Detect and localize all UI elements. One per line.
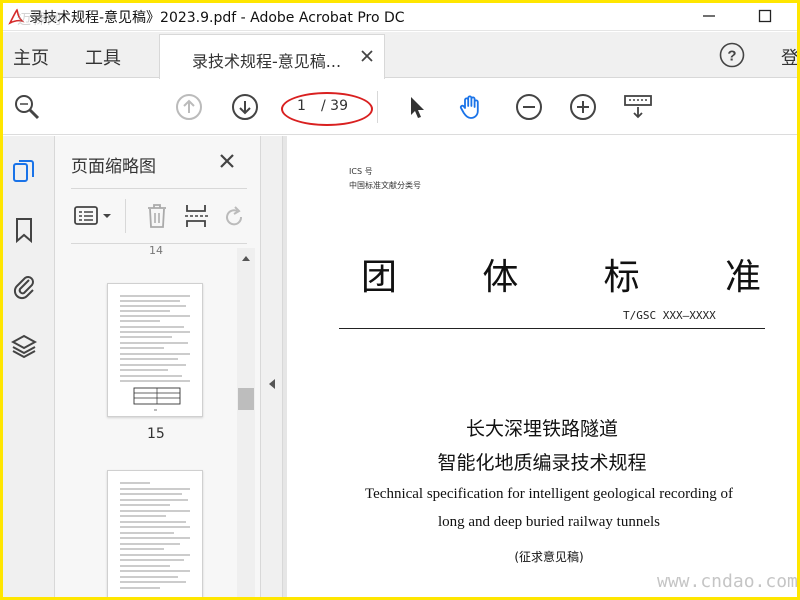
title-bar: 录技术规程-意见稿》2023.9.pdf - Adobe Acrobat Pro…: [3, 3, 797, 31]
page-thumbnails-icon[interactable]: [11, 158, 37, 186]
en-title-line-2: long and deep buried railway tunnels: [437, 514, 661, 530]
page-thumbnails-panel: 页面缩略图 14 15: [55, 136, 261, 597]
search-icon[interactable]: [13, 93, 41, 121]
next-page-icon[interactable]: [231, 93, 259, 121]
close-tab-icon[interactable]: [358, 47, 376, 65]
acrobat-window: 录技术规程-意见稿》2023.9.pdf - Adobe Acrobat Pro…: [3, 3, 797, 597]
heading-rule: [339, 328, 765, 329]
panel-splitter[interactable]: [261, 136, 283, 597]
prev-page-icon[interactable]: [175, 93, 203, 121]
scrollbar-thumb[interactable]: [238, 388, 254, 410]
thumbnail-label-14: 14: [149, 244, 163, 257]
heading-char: 准: [724, 257, 761, 298]
maximize-icon: [758, 9, 772, 23]
hand-icon[interactable]: [457, 93, 485, 121]
minimize-button[interactable]: [691, 5, 727, 27]
page-display-icon[interactable]: [623, 93, 653, 121]
watermark-top: 迈裸网: [17, 12, 62, 28]
zoom-in-icon[interactable]: [569, 93, 597, 121]
tab-document[interactable]: 录技术规程-意见稿...: [159, 34, 385, 79]
thumbnail-page-16[interactable]: [107, 470, 203, 597]
delete-page-icon[interactable]: [143, 203, 171, 229]
layers-icon[interactable]: [11, 332, 37, 360]
zh-title-line-2: 智能化地质编录技术规程: [437, 452, 647, 474]
minimize-icon: [703, 15, 715, 17]
main-toolbar: 1 / 39: [3, 79, 797, 135]
heading-char: 标: [603, 257, 640, 298]
maximize-button[interactable]: [747, 5, 783, 27]
sign-in-button[interactable]: 登: [781, 44, 797, 70]
panel-scrollbar[interactable]: [237, 248, 255, 597]
zh-title-line-1: 长大深埋铁路隧道: [465, 418, 618, 440]
thumbnail-page-15[interactable]: [107, 283, 203, 417]
close-panel-icon[interactable]: [217, 151, 237, 171]
attachment-icon[interactable]: [11, 272, 37, 300]
classification-number: 中国标准文献分类号: [349, 181, 421, 190]
tab-bar: 主页 工具 录技术规程-意见稿... ? 登: [3, 32, 797, 79]
ics-number: ICS 号: [349, 167, 373, 176]
standard-number: T/GSC XXX—XXXX: [623, 309, 716, 322]
highlight-annotation: [281, 92, 373, 126]
document-view[interactable]: ICS 号 中国标准文献分类号 团 体 标 准 T/GSC XXX—XXXX 长…: [283, 136, 797, 597]
pdf-page: ICS 号 中国标准文献分类号 团 体 标 准 T/GSC XXX—XXXX 长…: [287, 136, 797, 597]
zoom-out-icon[interactable]: [515, 93, 543, 121]
thumbnail-content: [120, 482, 190, 589]
select-arrow-icon[interactable]: [403, 93, 431, 121]
panel-toolbar-divider: [125, 199, 126, 233]
scroll-up-icon[interactable]: [241, 254, 251, 262]
heading-char: 体: [482, 257, 519, 298]
standard-heading: 团 体 标 准: [361, 248, 761, 300]
panel-title: 页面缩略图: [71, 157, 156, 177]
thumbnail-content: [120, 295, 190, 411]
left-navigation-rail: [3, 136, 55, 597]
thumbnail-label-15: 15: [147, 426, 165, 442]
watermark-bottom: www.cndao.com: [657, 571, 797, 592]
tab-home[interactable]: 主页: [13, 44, 49, 70]
window-title: 录技术规程-意见稿》2023.9.pdf - Adobe Acrobat Pro…: [29, 10, 405, 26]
tab-tools[interactable]: 工具: [85, 44, 121, 70]
toolbar-divider: [377, 91, 378, 123]
draft-note: (征求意见稿): [514, 550, 584, 564]
tab-document-label: 录技术规程-意见稿...: [192, 52, 342, 71]
collapse-panel-icon[interactable]: [268, 378, 276, 390]
bookmark-icon[interactable]: [11, 216, 37, 244]
thumbnail-options-icon[interactable]: [73, 203, 115, 229]
heading-char: 团: [361, 257, 398, 298]
svg-text:?: ?: [727, 48, 736, 65]
panel-toolbar: [71, 188, 247, 244]
rotate-page-icon[interactable]: [223, 203, 245, 229]
extract-pages-icon[interactable]: [183, 203, 211, 229]
en-title-line-1: Technical specification for intelligent …: [365, 486, 733, 502]
help-icon[interactable]: ?: [719, 42, 745, 68]
